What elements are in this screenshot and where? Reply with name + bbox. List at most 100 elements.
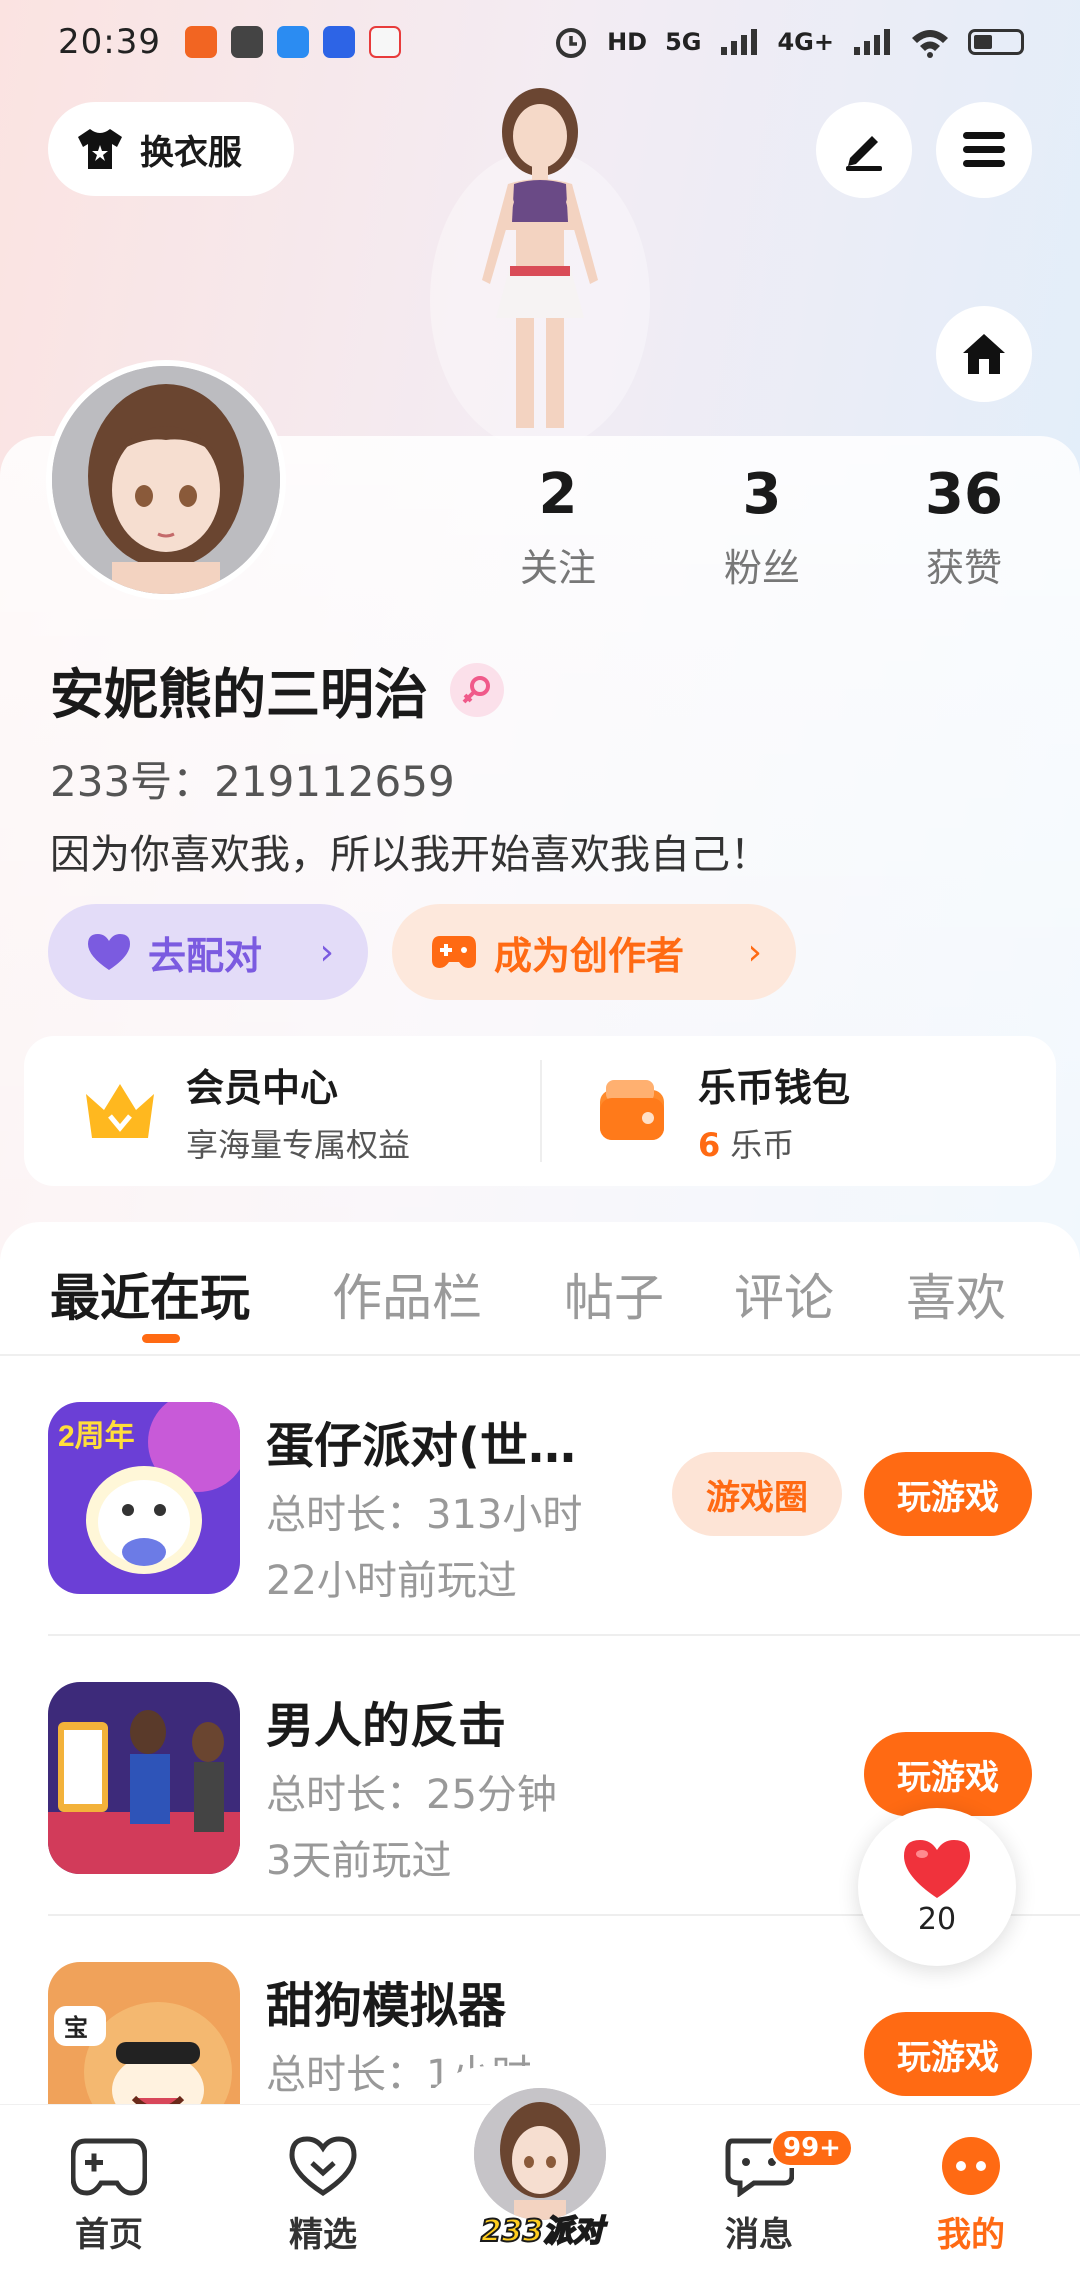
wallet-balance: 6 乐币	[698, 1120, 850, 1166]
tab-likes[interactable]: 喜欢	[906, 1258, 1006, 1330]
username-row: 安妮熊的三明治	[50, 650, 504, 729]
sweet-dog-badge-text: 宝	[64, 2014, 88, 2042]
game-last-played: 22小时前玩过	[266, 1558, 517, 1604]
change-outfit-label: 换衣服	[140, 132, 242, 173]
heart-outline-icon	[289, 2136, 357, 2196]
chevron-right-icon: ›	[319, 931, 334, 973]
stat-likes[interactable]: 36 获赞	[884, 462, 1044, 592]
female-gender-icon	[450, 662, 504, 717]
wallet-amount: 6	[698, 1125, 721, 1164]
content-panel: 最近在玩 作品栏 帖子 评论 喜欢 2周年 蛋仔派对(世… 总时长：313小时 …	[0, 1222, 1080, 2182]
nav-mine[interactable]: 我的	[896, 2135, 1046, 2256]
alarm-icon	[556, 28, 587, 58]
floating-like-button[interactable]: 20	[858, 1808, 1016, 1966]
tab-posts[interactable]: 帖子	[564, 1258, 664, 1330]
menu-icon	[963, 132, 1005, 167]
stat-followers-label: 粉丝	[723, 546, 800, 590]
app-blue-icon	[276, 26, 309, 58]
vip-center-entry[interactable]: 会员中心 享海量专属权益	[24, 1036, 540, 1186]
play-game-button[interactable]: 玩游戏	[864, 1732, 1032, 1816]
profile-avatar[interactable]	[46, 360, 286, 600]
hd-label: HD	[607, 28, 648, 56]
game-last-played: 3天前玩过	[266, 1838, 452, 1884]
stat-following-label: 关注	[519, 546, 596, 590]
tab-recently-played[interactable]: 最近在玩	[50, 1258, 250, 1330]
nav-featured[interactable]: 精选	[248, 2135, 398, 2256]
nav-featured-label: 精选	[289, 2215, 357, 2255]
tab-comments[interactable]: 评论	[734, 1258, 834, 1330]
crown-icon	[86, 1084, 154, 1138]
member-card: 会员中心 享海量专属权益 乐币钱包 6 乐币	[24, 1036, 1056, 1186]
4g-label: 4G+	[777, 28, 834, 56]
edit-profile-button[interactable]	[816, 102, 912, 198]
game-duration: 总时长：313小时	[266, 1492, 583, 1538]
menu-button[interactable]	[936, 102, 1032, 198]
status-app-icons	[184, 26, 401, 58]
user-bio: 因为你喜欢我，所以我开始喜欢我自己！	[50, 832, 770, 878]
gamepad-icon	[432, 936, 476, 968]
message-badge: 99+	[770, 2128, 854, 2168]
heart-icon	[904, 1839, 970, 1898]
game-icon-mans-counterattack	[48, 1682, 240, 1874]
heart-match-icon	[88, 934, 130, 970]
game-name: 甜狗模拟器	[266, 1978, 507, 2034]
home-icon	[963, 334, 1005, 374]
become-creator-button[interactable]: 成为创作者 ›	[392, 904, 796, 1000]
vip-subtitle: 享海量专属权益	[186, 1125, 411, 1164]
avatar-character-figure	[430, 88, 650, 440]
stat-following[interactable]: 2 关注	[478, 462, 638, 592]
nav-home[interactable]: 首页	[34, 2135, 184, 2256]
game-name: 蛋仔派对(世…	[266, 1418, 576, 1474]
stat-following-value: 2	[538, 462, 578, 527]
stat-followers-value: 3	[742, 462, 782, 527]
party-avatar-image	[474, 2088, 606, 2220]
game-icon-eggy-party: 2周年	[48, 1402, 240, 1594]
wallet-icon	[600, 1080, 664, 1140]
vip-title: 会员中心	[186, 1065, 339, 1110]
app-paw-icon	[322, 26, 355, 58]
match-button[interactable]: 去配对 ›	[48, 904, 368, 1000]
nav-messages-label: 消息	[725, 2215, 793, 2255]
tab-works[interactable]: 作品栏	[332, 1258, 482, 1330]
tshirt-icon	[78, 129, 122, 169]
game-circle-button[interactable]: 游戏圈	[672, 1452, 842, 1536]
game-row[interactable]: 2周年 蛋仔派对(世… 总时长：313小时 22小时前玩过 游戏圈 玩游戏	[48, 1356, 1080, 1636]
profile-tabs: 最近在玩 作品栏 帖子 评论 喜欢	[50, 1222, 1080, 1354]
app-233-icon	[184, 26, 217, 58]
nav-party-label[interactable]: 233派对	[472, 2206, 612, 2250]
like-count: 20	[917, 1901, 957, 1937]
profile-face-icon	[942, 2137, 1000, 2195]
nav-home-label: 首页	[75, 2215, 143, 2255]
5g-label: 5G	[665, 28, 702, 56]
become-creator-label: 成为创作者	[494, 933, 685, 978]
nav-mine-label: 我的	[937, 2215, 1005, 2255]
play-game-button[interactable]: 玩游戏	[864, 1452, 1032, 1536]
wifi-icon	[912, 30, 948, 58]
home-button[interactable]	[936, 306, 1032, 402]
eggy-badge-text: 2周年	[58, 1420, 135, 1453]
battery-icon	[968, 29, 1024, 55]
chevron-right-icon: ›	[747, 931, 762, 973]
app-scissor-icon	[230, 26, 263, 58]
edit-icon	[846, 136, 882, 171]
stat-likes-label: 获赞	[925, 546, 1002, 590]
status-bar: 20:39 HD 5G 4G+	[0, 0, 1080, 84]
wallet-entry[interactable]: 乐币钱包 6 乐币	[540, 1036, 1056, 1186]
gamepad-nav-icon	[70, 2138, 148, 2196]
stat-likes-value: 36	[925, 462, 1003, 527]
username: 安妮熊的三明治	[50, 663, 428, 726]
signal-icon	[721, 29, 758, 55]
avatar-image	[52, 366, 280, 594]
user-id: 233号：219112659	[50, 757, 455, 806]
tab-active-indicator	[142, 1334, 180, 1343]
wallet-unit: 乐币	[730, 1125, 795, 1164]
play-game-button[interactable]: 玩游戏	[864, 2012, 1032, 2096]
game-duration: 总时长：25分钟	[266, 1772, 557, 1818]
app-location-icon	[368, 26, 401, 58]
nav-party-avatar[interactable]	[470, 2084, 610, 2224]
status-time: 20:39	[58, 22, 161, 62]
change-outfit-button[interactable]: 换衣服	[48, 102, 294, 196]
status-indicators: HD 5G 4G+	[553, 24, 1024, 60]
signal-icon-2	[854, 29, 890, 55]
stat-followers[interactable]: 3 粉丝	[682, 462, 842, 592]
